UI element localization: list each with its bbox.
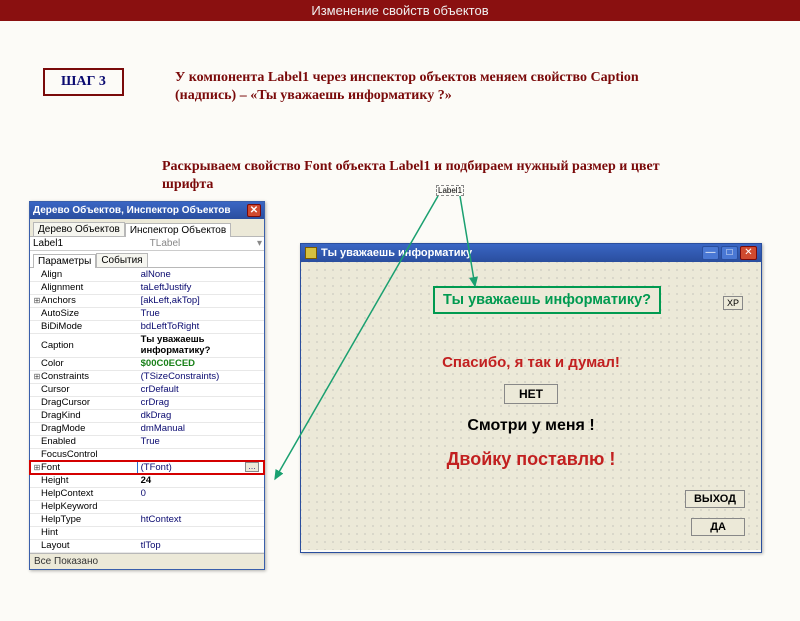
table-row[interactable]: CursorcrDefault bbox=[30, 383, 264, 396]
table-row[interactable]: Height24 bbox=[30, 474, 264, 487]
label1-component[interactable]: Ты уважаешь информатику? bbox=[433, 286, 661, 314]
app-icon bbox=[305, 247, 317, 259]
object-inspector-window: Дерево Объектов, Инспектор Объектов ✕ Де… bbox=[29, 201, 265, 570]
table-row[interactable]: ⊞Anchors[akLeft,akTop] bbox=[30, 294, 264, 307]
table-row[interactable]: BiDiModebdLeftToRight bbox=[30, 320, 264, 333]
exit-button[interactable]: ВЫХОД bbox=[685, 490, 745, 508]
table-row[interactable]: HelpKeyword bbox=[30, 500, 264, 513]
maximize-icon[interactable]: □ bbox=[721, 246, 738, 260]
table-row-font[interactable]: ⊞Font(TFont)… bbox=[30, 461, 264, 474]
properties-table: AlignalNone AlignmenttaLeftJustify ⊞Anch… bbox=[30, 268, 264, 553]
table-row[interactable]: HelpContext0 bbox=[30, 487, 264, 500]
tab-object-inspector[interactable]: Инспектор Объектов bbox=[125, 223, 231, 237]
inspector-footer: Все Показано bbox=[30, 553, 264, 569]
table-row[interactable]: HelpTypehtContext bbox=[30, 513, 264, 526]
table-row[interactable]: AutoSizeTrue bbox=[30, 307, 264, 320]
ellipsis-button[interactable]: … bbox=[245, 462, 259, 472]
table-row[interactable]: AlignmenttaLeftJustify bbox=[30, 281, 264, 294]
table-row[interactable]: Color$00C0ECED bbox=[30, 357, 264, 370]
inspector-top-tabs: Дерево Объектов Инспектор Объектов bbox=[30, 219, 264, 237]
table-row[interactable]: LayouttlTop bbox=[30, 539, 264, 552]
inspector-title-text: Дерево Объектов, Инспектор Объектов bbox=[33, 205, 231, 216]
object-type: TLabel bbox=[147, 237, 254, 250]
table-row[interactable]: ⊞Constraints(TSizeConstraints) bbox=[30, 370, 264, 383]
table-row[interactable]: AlignalNone bbox=[30, 268, 264, 281]
chevron-down-icon[interactable]: ▾ bbox=[254, 237, 264, 250]
step-badge: ШАГ 3 bbox=[43, 68, 124, 96]
table-row[interactable]: EnabledTrue bbox=[30, 435, 264, 448]
tab-events[interactable]: События bbox=[96, 253, 147, 267]
minimize-icon[interactable]: — bbox=[702, 246, 719, 260]
instruction-paragraph-2: Раскрываем свойство Font объекта Label1 … bbox=[162, 158, 682, 193]
object-name: Label1 bbox=[30, 237, 147, 250]
instruction-paragraph-1: У компонента Label1 через инспектор объе… bbox=[175, 69, 655, 104]
table-row[interactable]: DragModedmManual bbox=[30, 422, 264, 435]
close-icon[interactable]: ✕ bbox=[740, 246, 757, 260]
table-row[interactable]: Hint bbox=[30, 526, 264, 539]
message-grade: Двойку поставлю ! bbox=[301, 449, 761, 470]
close-icon[interactable]: ✕ bbox=[247, 204, 261, 217]
delphi-form-window: Ты уважаешь информатику — □ ✕ Ты уважаеш… bbox=[300, 243, 762, 553]
inspector-sub-tabs: Параметры События bbox=[30, 251, 264, 268]
label1-design-tag: Label1 bbox=[437, 186, 463, 195]
no-button[interactable]: НЕТ bbox=[504, 384, 558, 404]
table-row[interactable]: CaptionТы уважаешь информатику? bbox=[30, 333, 264, 357]
message-warn: Смотри у меня ! bbox=[301, 417, 761, 435]
tab-properties[interactable]: Параметры bbox=[33, 254, 96, 268]
message-thanks: Спасибо, я так и думал! bbox=[301, 354, 761, 371]
object-selector[interactable]: Label1 TLabel ▾ bbox=[30, 237, 264, 251]
xp-badge[interactable]: XP bbox=[723, 296, 743, 310]
page-title: Изменение свойств объектов bbox=[0, 0, 800, 21]
tab-object-tree[interactable]: Дерево Объектов bbox=[33, 222, 125, 236]
yes-button[interactable]: ДА bbox=[691, 518, 745, 536]
table-row[interactable]: FocusControl bbox=[30, 448, 264, 461]
table-row[interactable]: DragKinddkDrag bbox=[30, 409, 264, 422]
form-canvas[interactable]: Ты уважаешь информатику? XP Спасибо, я т… bbox=[301, 262, 761, 550]
table-row[interactable]: DragCursorcrDrag bbox=[30, 396, 264, 409]
inspector-titlebar[interactable]: Дерево Объектов, Инспектор Объектов ✕ bbox=[30, 202, 264, 219]
form-title-text: Ты уважаешь информатику bbox=[321, 247, 472, 259]
form-titlebar[interactable]: Ты уважаешь информатику — □ ✕ bbox=[301, 244, 761, 262]
